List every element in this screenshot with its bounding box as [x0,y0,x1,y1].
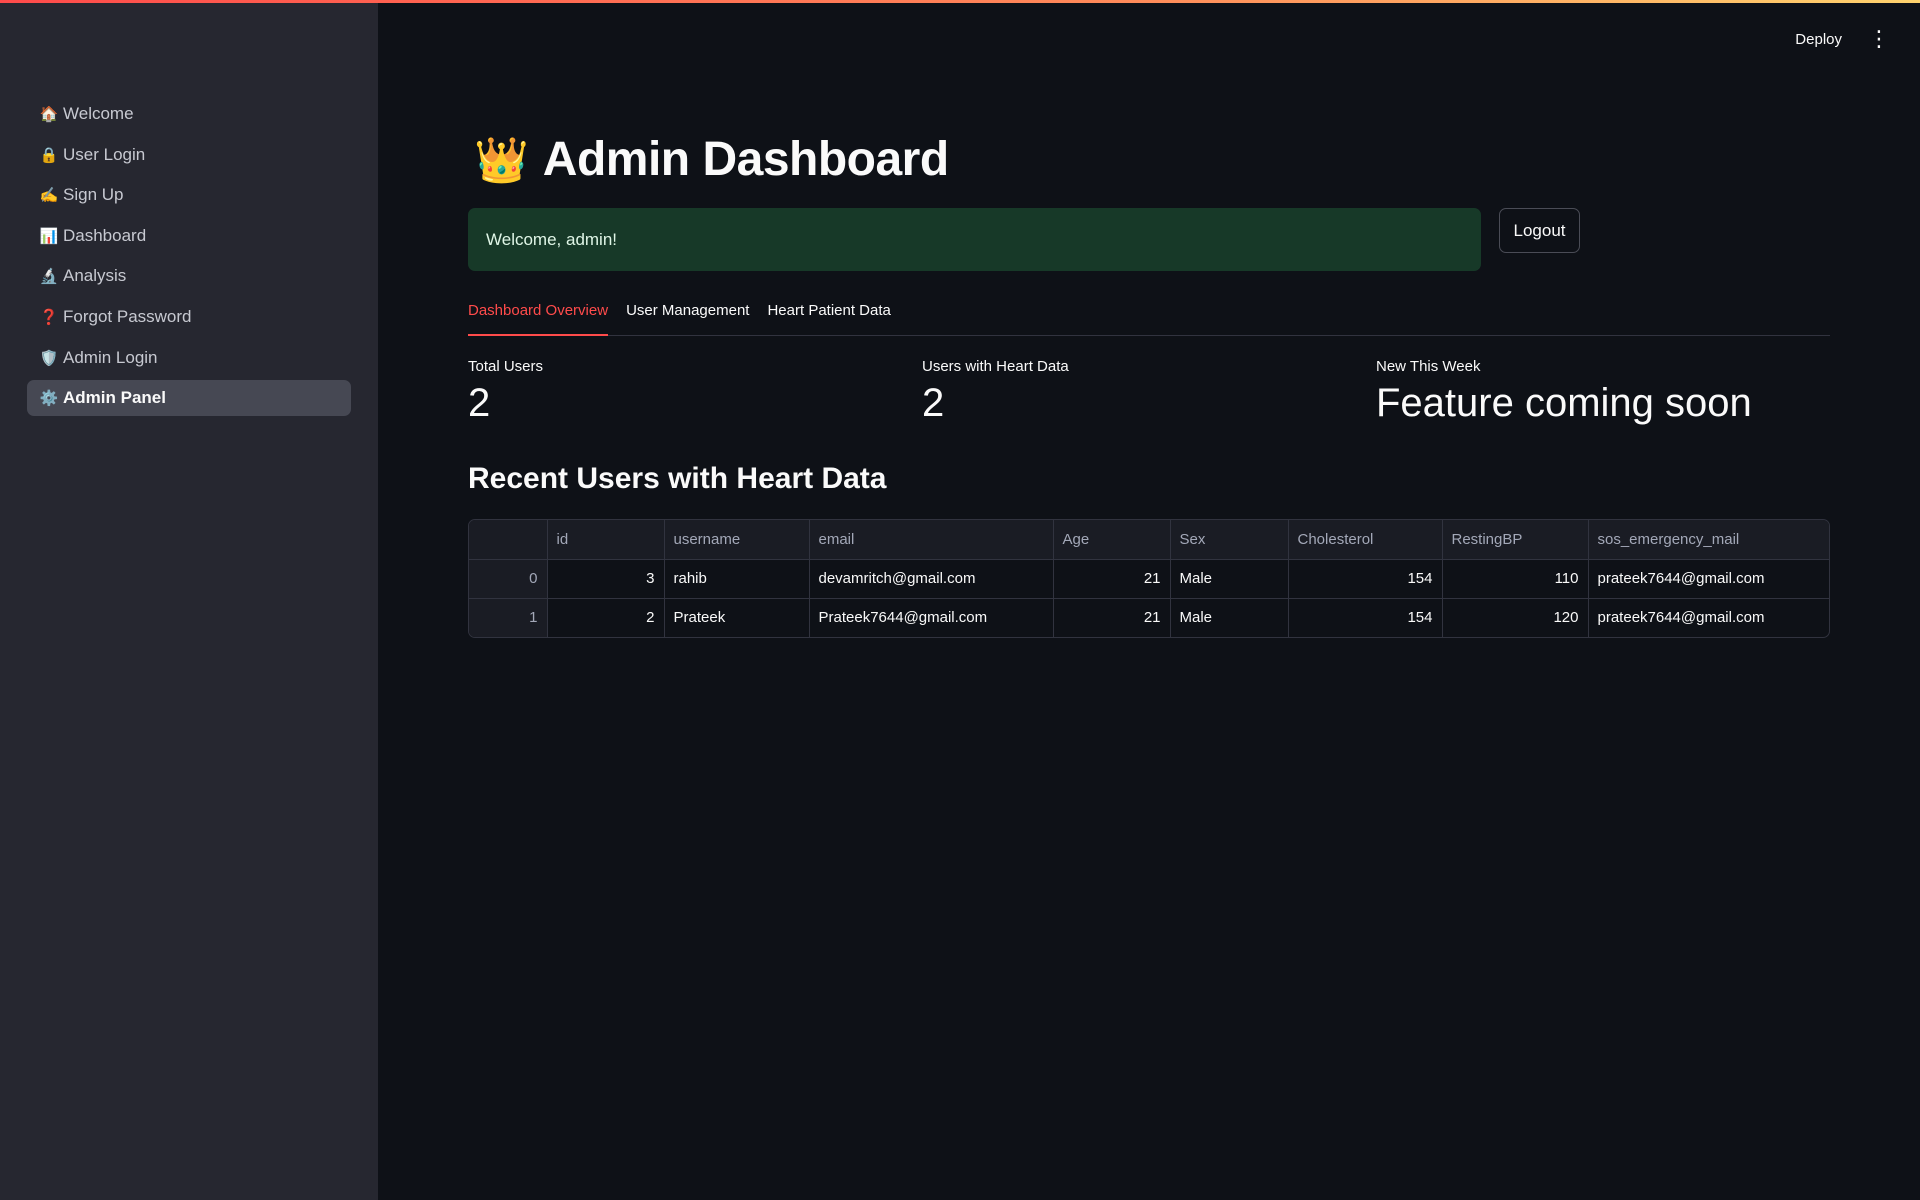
gear-icon: ⚙️ [39,390,59,408]
table-cell[interactable]: 110 [1442,559,1589,599]
table-cell[interactable]: Prateek [664,598,810,637]
microscope-icon: 🔬 [39,268,59,286]
sidebar-item-label: Sign Up [63,185,124,205]
writing-hand-icon: ✍️ [39,187,59,205]
metrics-row: Total Users 2 Users with Heart Data 2 Ne… [468,358,1830,426]
welcome-message: Welcome, admin! [486,229,618,249]
column-header-email[interactable]: email [809,520,1054,560]
table-cell[interactable]: 21 [1053,559,1171,599]
shield-icon: 🛡️ [39,349,59,367]
house-icon: 🏠 [39,106,59,123]
sidebar-item-user-login[interactable]: 🔒 User Login [27,137,351,173]
crown-icon: 👑 [474,135,529,185]
table-cell[interactable]: prateek7644@gmail.com [1588,598,1829,637]
table-cell[interactable]: 21 [1053,598,1171,637]
table-cell[interactable]: prateek7644@gmail.com [1588,559,1829,599]
sidebar-item-label: Analysis [63,266,127,286]
column-header-resting-bp[interactable]: RestingBP [1442,520,1589,560]
metric-value: 2 [922,381,945,425]
table-cell[interactable]: rahib [664,559,810,599]
table-row: 1 2 Prateek Prateek7644@gmail.com 21 Mal… [469,598,1829,637]
column-header-username[interactable]: username [664,520,810,560]
column-header-id[interactable]: id [547,520,665,560]
sidebar-item-label: Welcome [63,104,134,123]
table-cell[interactable]: 3 [547,559,665,599]
table-header-row: id username email Age Sex Cholesterol Re… [469,520,1829,560]
sidebar-item-label: Dashboard [63,225,147,245]
table-cell[interactable]: 2 [547,598,665,637]
column-header-sos-emergency-mail[interactable]: sos_emergency_mail [1588,520,1829,560]
tab-bar: Dashboard Overview User Management Heart… [468,296,1830,336]
table-cell[interactable]: devamritch@gmail.com [809,559,1054,599]
data-table[interactable]: id username email Age Sex Cholesterol Re… [468,519,1830,638]
sidebar-item-forgot-password[interactable]: ❓ Forgot Password [27,299,351,335]
row-index-cell[interactable]: 1 [469,598,548,637]
sidebar-item-analysis[interactable]: 🔬 Analysis [27,258,351,294]
table-cell[interactable]: Male [1170,559,1289,599]
table-row: 0 3 rahib devamritch@gmail.com 21 Male 1… [469,559,1829,599]
top-decoration-bar [0,0,1920,3]
metric-value: 2 [468,381,491,425]
welcome-success-alert: Welcome, admin! [468,208,1481,271]
sidebar-item-welcome[interactable]: 🏠 Welcome [27,96,351,132]
tab-heart-patient-data[interactable]: Heart Patient Data [767,296,890,336]
sidebar-item-label: User Login [63,144,146,164]
sidebar-item-sign-up[interactable]: ✍️ Sign Up [27,177,351,213]
table-cell[interactable]: 154 [1288,559,1443,599]
app-header-actions: Deploy ⋮ [1795,28,1890,50]
tab-user-management[interactable]: User Management [626,296,749,336]
logout-button[interactable]: Logout [1499,208,1580,253]
table-cell[interactable]: Male [1170,598,1289,637]
sidebar-item-dashboard[interactable]: 📊 Dashboard [27,218,351,254]
metric-value: Feature coming soon [1376,381,1752,425]
page-title-row: 👑 Admin Dashboard [468,132,949,187]
sidebar: 🏠 Welcome 🔒 User Login ✍️ Sign Up 📊 Dash… [0,0,378,1200]
more-menu-icon[interactable]: ⋮ [1868,28,1890,50]
table-cell[interactable]: 120 [1442,598,1589,637]
bar-chart-icon: 📊 [39,227,59,245]
sidebar-item-label: Forgot Password [63,306,192,326]
column-header-cholesterol[interactable]: Cholesterol [1288,520,1443,560]
metric-label: New This Week [1376,358,1481,375]
page-title: Admin Dashboard [542,133,949,186]
sidebar-item-label: Admin Login [63,347,158,367]
table-cell[interactable]: 154 [1288,598,1443,637]
question-icon: ❓ [39,308,59,326]
sidebar-item-admin-panel[interactable]: ⚙️ Admin Panel [27,380,351,417]
metric-users-with-heart-data: Users with Heart Data 2 [922,358,1376,426]
metric-label: Total Users [468,358,544,375]
section-subheader: Recent Users with Heart Data [468,462,887,495]
tab-dashboard-overview[interactable]: Dashboard Overview [468,296,609,336]
metric-label: Users with Heart Data [922,358,1069,375]
metric-total-users: Total Users 2 [468,358,922,426]
metric-new-this-week: New This Week Feature coming soon [1376,358,1830,426]
sidebar-item-label: Admin Panel [63,388,166,408]
column-header-sex[interactable]: Sex [1170,520,1289,560]
column-header-age[interactable]: Age [1053,520,1171,560]
lock-icon: 🔒 [39,146,59,164]
column-header-index[interactable] [469,520,548,560]
deploy-button[interactable]: Deploy [1795,31,1842,48]
sidebar-item-admin-login[interactable]: 🛡️ Admin Login [27,340,351,376]
row-index-cell[interactable]: 0 [469,559,548,599]
table-cell[interactable]: Prateek7644@gmail.com [809,598,1054,637]
